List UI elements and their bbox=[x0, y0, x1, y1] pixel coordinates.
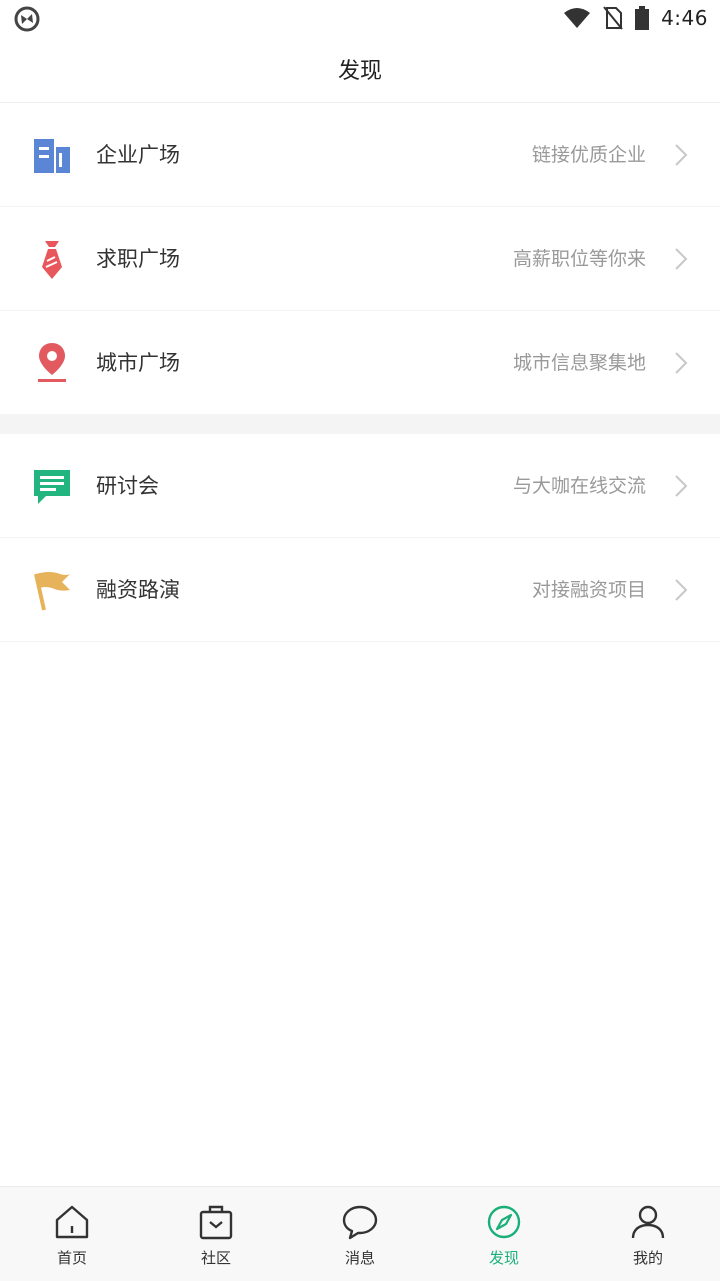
row-title: 城市广场 bbox=[96, 351, 180, 375]
tab-messages[interactable]: 消息 bbox=[288, 1187, 432, 1281]
compass-icon bbox=[487, 1205, 521, 1239]
chevron-right-icon bbox=[675, 144, 688, 166]
list-item-seminar[interactable]: 研讨会 与大咖在线交流 bbox=[0, 434, 720, 538]
chevron-right-icon bbox=[675, 248, 688, 270]
necktie-icon bbox=[42, 241, 62, 279]
briefcase-icon bbox=[199, 1205, 233, 1240]
building-icon bbox=[34, 139, 70, 173]
battery-icon bbox=[635, 6, 650, 30]
tab-label: 我的 bbox=[632, 1249, 663, 1267]
status-time: 4:46 bbox=[661, 6, 708, 30]
location-pin-icon bbox=[38, 343, 66, 382]
row-subtitle: 城市信息聚集地 bbox=[512, 352, 646, 374]
tab-label: 发现 bbox=[488, 1249, 519, 1267]
row-title: 企业广场 bbox=[96, 143, 180, 167]
tab-discover[interactable]: 发现 bbox=[432, 1187, 576, 1281]
bottom-tab-bar: 首页 社区 消息 发现 我的 bbox=[0, 1186, 720, 1281]
list-item-job-square[interactable]: 求职广场 高薪职位等你来 bbox=[0, 207, 720, 311]
chevron-right-icon bbox=[675, 475, 688, 497]
row-title: 求职广场 bbox=[96, 247, 180, 271]
chevron-right-icon bbox=[675, 352, 688, 374]
list-item-enterprise-square[interactable]: 企业广场 链接优质企业 bbox=[0, 103, 720, 207]
discover-group-1: 企业广场 链接优质企业 求职广场 高薪职位等你来 城市广场 城市信息聚集地 bbox=[0, 103, 720, 415]
group-divider bbox=[0, 414, 720, 434]
row-subtitle: 对接融资项目 bbox=[531, 579, 646, 601]
tab-home[interactable]: 首页 bbox=[0, 1187, 144, 1281]
tab-label: 首页 bbox=[56, 1249, 87, 1267]
list-item-financing-roadshow[interactable]: 融资路演 对接融资项目 bbox=[0, 538, 720, 642]
page-header: 发现 bbox=[0, 36, 720, 103]
row-subtitle: 链接优质企业 bbox=[531, 144, 646, 166]
row-title: 研讨会 bbox=[96, 474, 159, 498]
row-subtitle: 高薪职位等你来 bbox=[512, 248, 646, 270]
list-item-city-square[interactable]: 城市广场 城市信息聚集地 bbox=[0, 311, 720, 415]
app-sync-icon bbox=[14, 6, 40, 32]
message-icon bbox=[342, 1205, 378, 1240]
tab-label: 消息 bbox=[344, 1249, 375, 1267]
home-icon bbox=[55, 1205, 89, 1239]
wifi-icon bbox=[564, 8, 591, 28]
discover-group-2: 研讨会 与大咖在线交流 融资路演 对接融资项目 bbox=[0, 434, 720, 642]
status-bar: 4:46 bbox=[0, 0, 720, 36]
flag-icon bbox=[34, 572, 70, 611]
page-title: 发现 bbox=[337, 59, 382, 84]
tab-profile[interactable]: 我的 bbox=[576, 1187, 720, 1281]
tab-label: 社区 bbox=[200, 1249, 231, 1267]
chat-bubble-icon bbox=[34, 470, 70, 504]
user-icon bbox=[631, 1205, 665, 1239]
tab-community[interactable]: 社区 bbox=[144, 1187, 288, 1281]
no-sim-icon bbox=[603, 6, 623, 30]
chevron-right-icon bbox=[675, 579, 688, 601]
row-subtitle: 与大咖在线交流 bbox=[512, 475, 646, 497]
row-title: 融资路演 bbox=[96, 578, 180, 602]
